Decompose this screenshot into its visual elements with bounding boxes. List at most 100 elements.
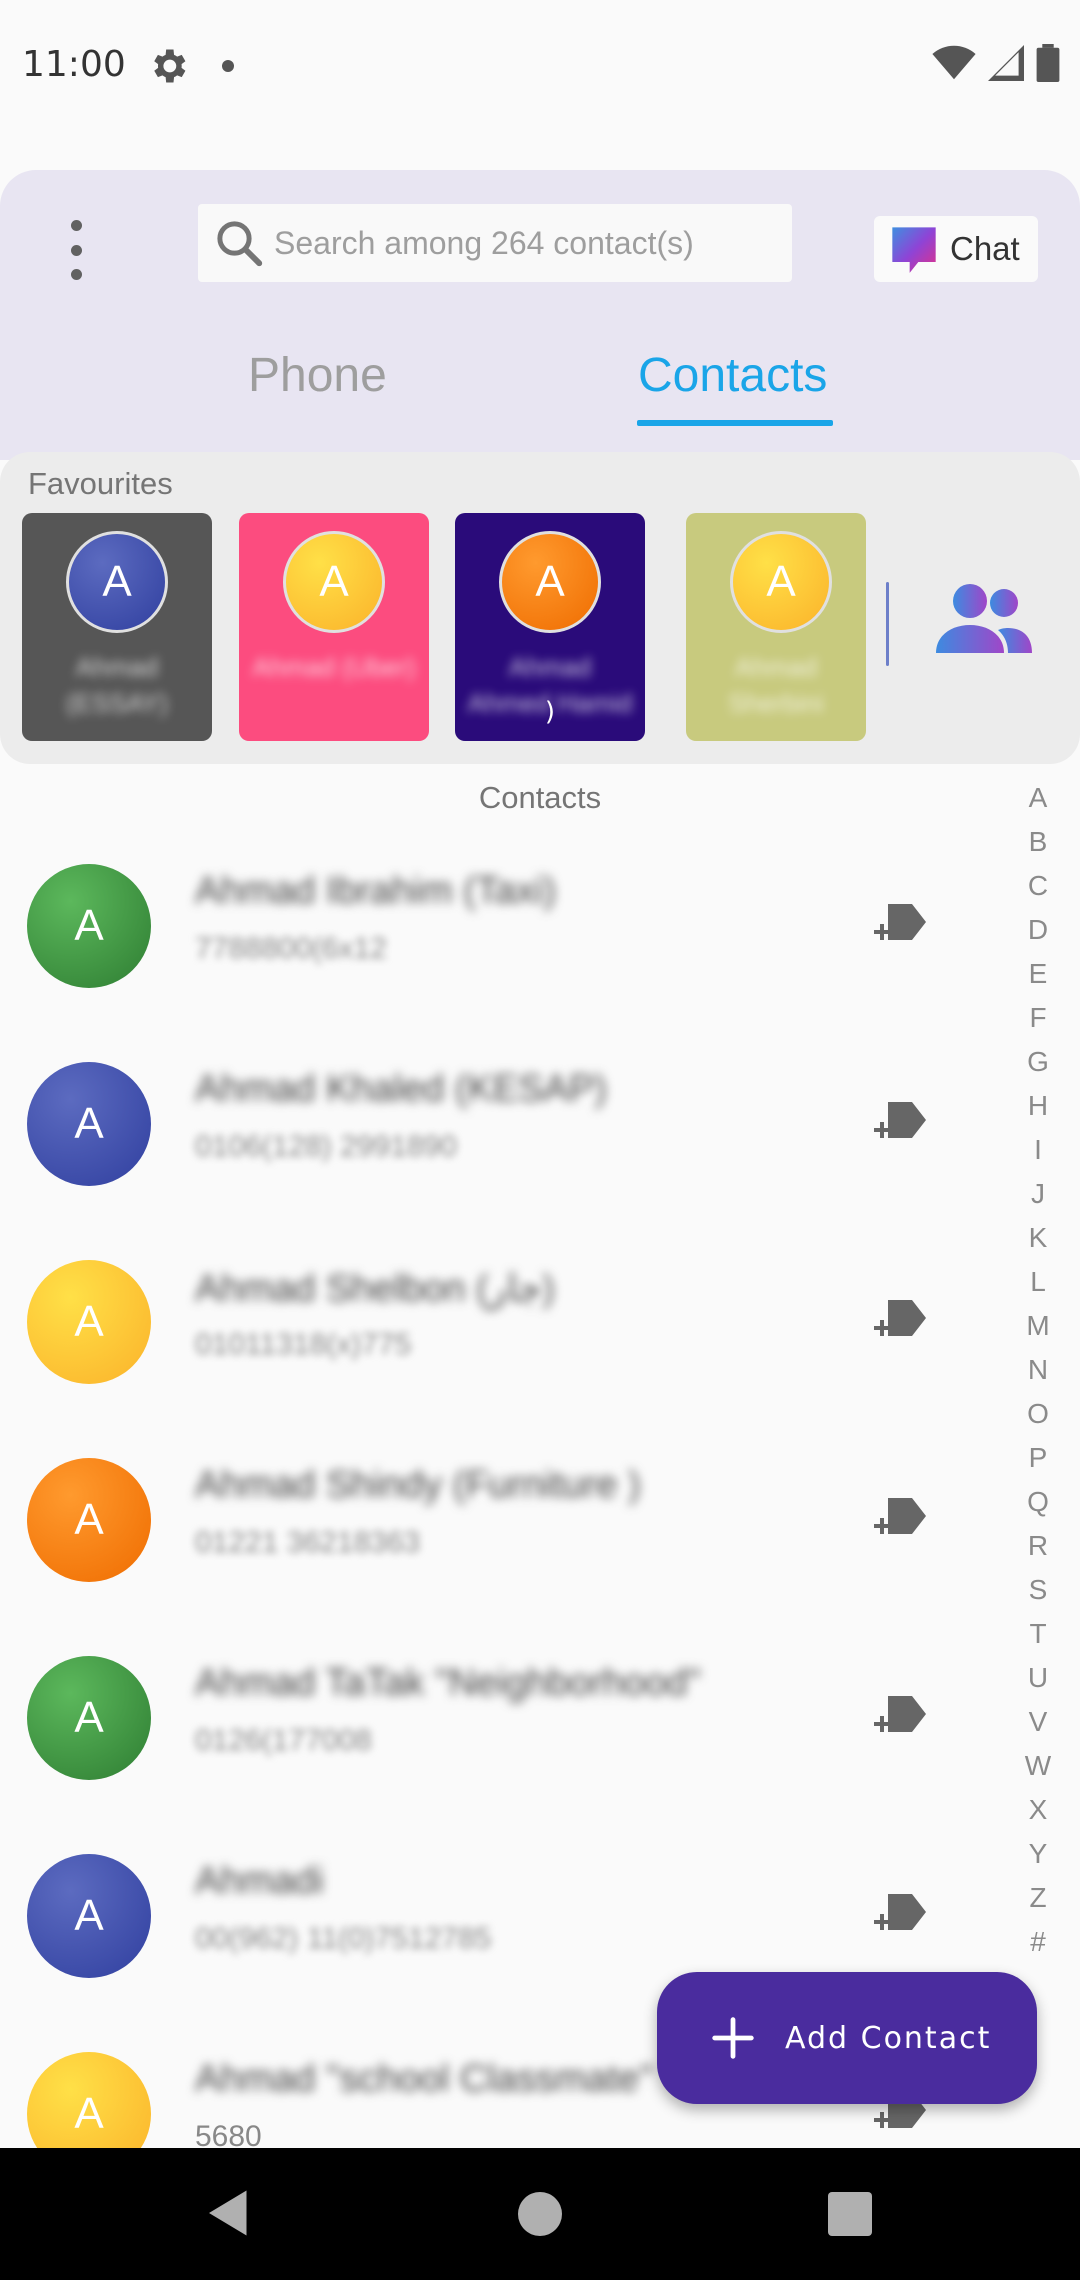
favourite-card[interactable]: A Ahmad (Uber): [239, 513, 429, 741]
chat-button[interactable]: Chat: [874, 216, 1038, 282]
alpha-letter[interactable]: Q: [1027, 1480, 1049, 1524]
alpha-letter[interactable]: E: [1029, 952, 1048, 996]
alpha-letter[interactable]: F: [1029, 996, 1046, 1040]
add-tag-icon[interactable]: [872, 1890, 928, 1938]
menu-dot-icon: [70, 244, 82, 256]
alpha-letter[interactable]: H: [1028, 1084, 1048, 1128]
alpha-letter[interactable]: G: [1027, 1040, 1049, 1084]
divider: [886, 582, 889, 666]
avatar: A: [27, 864, 151, 988]
add-tag-icon[interactable]: [872, 1494, 928, 1542]
battery-icon: [1036, 44, 1060, 82]
alpha-letter[interactable]: X: [1029, 1788, 1048, 1832]
contact-phone: 7788800(6x12: [195, 932, 387, 965]
alpha-letter[interactable]: O: [1027, 1392, 1049, 1436]
alpha-letter[interactable]: D: [1028, 908, 1048, 952]
search-input[interactable]: [274, 224, 774, 262]
contact-phone: 01011318(x)775: [195, 1328, 412, 1361]
notification-dot-icon: [222, 60, 234, 72]
menu-dot-icon: [70, 269, 82, 280]
app-header: Chat Phone Contacts: [0, 170, 1080, 460]
list-item[interactable]: A Ahmad Shindy (Furniture ) 01221 362183…: [0, 1434, 1000, 1632]
contact-phone: 01221 36218363: [195, 1526, 421, 1559]
groups-icon[interactable]: [932, 580, 1036, 662]
contact-name: Ahmad TaTak "Neighborhood": [195, 1662, 701, 1704]
alpha-letter[interactable]: V: [1029, 1700, 1048, 1744]
loading-spinner-icon: ): [544, 697, 556, 727]
favourites-panel: Favourites A Ahmad (ESSAY) A Ahmad (Uber…: [0, 452, 1080, 764]
favourite-card[interactable]: A Ahmad Sherbini: [686, 513, 866, 741]
add-tag-icon[interactable]: [872, 1296, 928, 1344]
contact-phone: 5680: [195, 2120, 262, 2148]
alpha-letter[interactable]: C: [1028, 864, 1048, 908]
alpha-letter[interactable]: U: [1028, 1656, 1048, 1700]
favourite-name: Ahmad Sherbini: [728, 652, 824, 718]
alpha-letter[interactable]: L: [1030, 1260, 1046, 1304]
plus-icon: [712, 2017, 754, 2059]
contact-phone: 00(962) 11(0)7512785: [195, 1922, 492, 1955]
avatar: A: [283, 531, 385, 633]
contact-name: Ahmadi: [195, 1860, 324, 1902]
recent-apps-icon[interactable]: [828, 2192, 872, 2236]
add-contact-label: Add Contact: [785, 2020, 992, 2056]
list-item[interactable]: A Ahmad Shelbon (جار) 01011318(x)775: [0, 1236, 1000, 1434]
tab-contacts[interactable]: Contacts: [638, 348, 827, 403]
favourite-card[interactable]: A Ahmad Ahmed Hamid ): [455, 513, 645, 741]
active-tab-indicator: [637, 420, 833, 426]
cellular-signal-icon: [988, 45, 1024, 81]
alpha-letter[interactable]: A: [1029, 776, 1048, 820]
favourite-name: Ahmad (ESSAY): [65, 652, 169, 718]
contacts-section-title: Contacts: [478, 780, 602, 815]
alpha-letter[interactable]: #: [1030, 1920, 1046, 1964]
search-icon: [217, 221, 263, 267]
contact-name: Ahmad Shindy (Furniture ): [195, 1464, 641, 1506]
avatar: A: [27, 1062, 151, 1186]
alpha-letter[interactable]: P: [1029, 1436, 1048, 1480]
menu-dot-icon: [70, 220, 82, 231]
add-tag-icon[interactable]: [872, 900, 928, 948]
search-bar[interactable]: [198, 204, 792, 282]
alpha-letter[interactable]: J: [1031, 1172, 1045, 1216]
alpha-letter[interactable]: Z: [1029, 1876, 1046, 1920]
home-icon[interactable]: [518, 2192, 562, 2236]
favourites-label: Favourites: [28, 466, 173, 501]
tab-phone[interactable]: Phone: [248, 348, 387, 403]
status-bar: 11:00: [0, 0, 1080, 136]
avatar: A: [27, 1458, 151, 1582]
back-icon[interactable]: [204, 2188, 254, 2238]
contact-name: Ahmad "school Classmate": [195, 2058, 653, 2100]
chat-bubble-icon: [892, 227, 936, 273]
alpha-letter[interactable]: T: [1029, 1612, 1046, 1656]
alpha-letter[interactable]: K: [1029, 1216, 1048, 1260]
alpha-letter[interactable]: M: [1026, 1304, 1049, 1348]
favourite-card[interactable]: A Ahmad (ESSAY): [22, 513, 212, 741]
alphabet-index[interactable]: A B C D E F G H I J K L M N O P Q R S T …: [1006, 776, 1070, 1964]
alpha-letter[interactable]: N: [1028, 1348, 1048, 1392]
contact-name: Ahmad Khaled (KESAP): [195, 1068, 607, 1110]
list-item[interactable]: A Ahmad Ibrahim (Taxi) 7788800(6x12: [0, 840, 1000, 1038]
alpha-letter[interactable]: I: [1034, 1128, 1042, 1172]
avatar: A: [27, 1854, 151, 1978]
system-navigation-bar: [0, 2148, 1080, 2280]
avatar: A: [27, 1656, 151, 1780]
contact-phone: 0106(128) 2991890: [195, 1130, 457, 1163]
contact-phone: 0126(177008: [195, 1724, 372, 1757]
contact-name: Ahmad Ibrahim (Taxi): [195, 870, 557, 912]
avatar: A: [66, 531, 168, 633]
alpha-letter[interactable]: W: [1025, 1744, 1051, 1788]
alpha-letter[interactable]: S: [1029, 1568, 1048, 1612]
list-item[interactable]: A Ahmad TaTak "Neighborhood" 0126(177008: [0, 1632, 1000, 1830]
list-item[interactable]: A Ahmad Khaled (KESAP) 0106(128) 2991890: [0, 1038, 1000, 1236]
add-tag-icon[interactable]: [872, 1098, 928, 1146]
favourite-name: Ahmad (Uber): [252, 652, 416, 682]
alpha-letter[interactable]: Y: [1029, 1832, 1048, 1876]
status-time: 11:00: [22, 44, 126, 85]
avatar: A: [499, 531, 601, 633]
alpha-letter[interactable]: B: [1029, 820, 1048, 864]
contact-name: Ahmad Shelbon (جار): [195, 1268, 555, 1310]
overflow-menu-button[interactable]: [58, 220, 94, 280]
wifi-icon: [932, 45, 976, 80]
add-contact-button[interactable]: Add Contact: [657, 1972, 1037, 2104]
add-tag-icon[interactable]: [872, 1692, 928, 1740]
alpha-letter[interactable]: R: [1028, 1524, 1048, 1568]
